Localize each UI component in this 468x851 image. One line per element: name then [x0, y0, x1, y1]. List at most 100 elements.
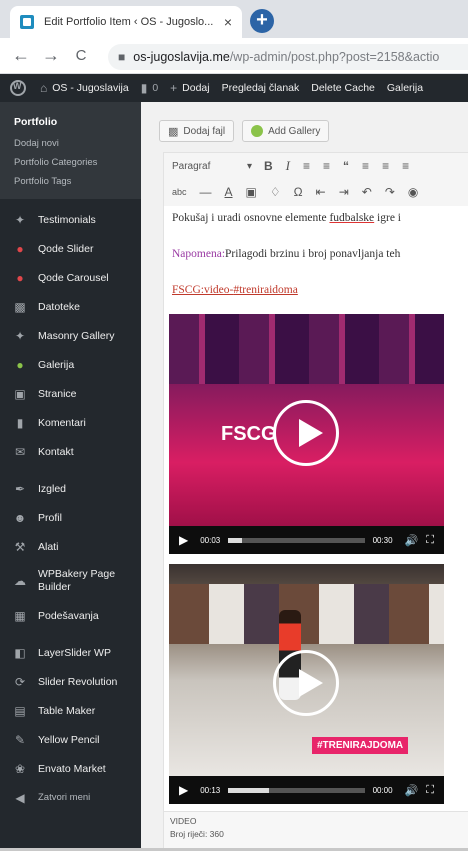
outdent-icon[interactable]: ⇤ [316, 185, 326, 199]
sidebar-item-gallery[interactable]: ● Galerija [0, 350, 141, 379]
qode-icon: ● [16, 270, 24, 285]
play-icon[interactable]: ▶ [179, 533, 188, 547]
video-frame: #TRENIRAJDOMA [169, 564, 444, 776]
pencil-icon: ✎ [14, 732, 26, 747]
align-right-icon[interactable]: ≡ [402, 159, 409, 173]
hashtag-link[interactable]: #treniraidoma [233, 284, 298, 296]
gym-background [169, 584, 444, 644]
format-select[interactable]: Paragraf ▾ [172, 161, 252, 172]
video-play-icon[interactable] [273, 650, 339, 716]
numbered-list-icon[interactable]: ≡ [323, 159, 330, 173]
play-icon[interactable]: ▶ [179, 783, 188, 797]
video-player-1[interactable]: FSCG ▶ 00:03 00:30 🔊 ⛶ [169, 314, 444, 554]
word-count: Broj riječi: 360 [170, 829, 224, 839]
help-icon[interactable]: ◉ [408, 185, 418, 199]
gallery-icon: ● [16, 357, 24, 372]
post-content-editor[interactable]: Pokušaj i uradi osnovne elemente fudbals… [163, 206, 468, 811]
editor-status-bar: VIDEO Broj riječi: 360 [163, 811, 468, 851]
media-icon: ▩ [14, 299, 26, 314]
sidebar-item-appearance[interactable]: ✒ Izgled [0, 474, 141, 503]
sidebar-item-envato-market[interactable]: ❀ Envato Market [0, 754, 141, 783]
fullscreen-icon[interactable]: ⛶ [426, 534, 434, 547]
sidebar-item-settings[interactable]: ▦ Podešavanja [0, 601, 141, 630]
tab-title: Edit Portfolio Item ‹ OS - Jugoslo... [44, 16, 214, 28]
blockquote-icon[interactable]: “ [343, 159, 349, 173]
sidebar-item-media[interactable]: ▩ Datoteke [0, 292, 141, 321]
browser-tab[interactable]: Edit Portfolio Item ‹ OS - Jugoslo... × [10, 6, 242, 38]
portfolio-submenu: Portfolio Dodaj novi Portfolio Categorie… [0, 102, 141, 199]
video-player-2[interactable]: #TRENIRAJDOMA ▶ 00:13 00:00 🔊 ⛶ [169, 564, 444, 804]
special-char-icon[interactable]: Ω [294, 185, 303, 199]
gallery-link[interactable]: Galerija [387, 82, 423, 94]
wp-admin-bar: ⌂OS - Jugoslavija ▮0 +Dodaj Pregledaj čl… [0, 74, 468, 102]
new-tab-button[interactable]: + [250, 9, 274, 33]
delete-cache-link[interactable]: Delete Cache [311, 82, 375, 94]
undo-icon[interactable]: ↶ [362, 185, 372, 199]
horizontal-line-icon[interactable]: — [200, 185, 212, 199]
sidebar-item-pages[interactable]: ▣ Stranice [0, 379, 141, 408]
sidebar-item-comments[interactable]: ▮ Komentari [0, 408, 141, 437]
seek-bar[interactable] [228, 537, 365, 543]
video-controls: ▶ 00:03 00:30 🔊 ⛶ [169, 526, 444, 554]
duration: 00:30 [372, 535, 393, 545]
sidebar-item-slider-revolution[interactable]: ⟳ Slider Revolution [0, 667, 141, 696]
sidebar-item-testimonials[interactable]: ✦ Testimonials [0, 205, 141, 234]
site-name-link[interactable]: ⌂ OS - Jugoslavija [40, 81, 129, 95]
submenu-head-portfolio[interactable]: Portfolio [0, 112, 141, 134]
add-gallery-button[interactable]: Add Gallery [242, 120, 330, 142]
video-controls: ▶ 00:13 00:00 🔊 ⛶ [169, 776, 444, 804]
user-icon: ☻ [13, 510, 27, 525]
url-field[interactable]: ■ os-jugoslavija.me/wp-admin/post.php?po… [108, 44, 468, 70]
sidebar-item-contact[interactable]: ✉ Kontakt [0, 437, 141, 466]
fullscreen-icon[interactable]: ⛶ [426, 784, 434, 797]
admin-sidebar: Portfolio Dodaj novi Portfolio Categorie… [0, 102, 141, 851]
strikethrough-icon[interactable]: abc [172, 187, 187, 197]
volume-icon[interactable]: 🔊 [405, 534, 419, 547]
forward-icon[interactable]: → [36, 45, 66, 66]
clear-format-icon[interactable]: ♢ [270, 185, 281, 199]
bold-icon[interactable]: B [264, 159, 273, 173]
paste-text-icon[interactable]: ▣ [246, 185, 257, 199]
align-center-icon[interactable]: ≡ [382, 159, 389, 173]
sidebar-item-layerslider[interactable]: ◧ LayerSlider WP [0, 638, 141, 667]
sidebar-item-qode-slider[interactable]: ● Qode Slider [0, 234, 141, 263]
redo-icon[interactable]: ↷ [385, 185, 395, 199]
sidebar-item-tools[interactable]: ⚒ Alati [0, 532, 141, 561]
text-color-icon[interactable]: A [225, 185, 233, 199]
video-play-icon[interactable] [273, 400, 339, 466]
sidebar-item-qode-carousel[interactable]: ● Qode Carousel [0, 263, 141, 292]
tab-close-icon[interactable]: × [224, 14, 232, 30]
add-new-link[interactable]: + Dodaj [170, 81, 209, 95]
sidebar-item-wpbakery[interactable]: ☁ WPBakery Page Builder [0, 561, 141, 601]
comments-icon: ▮ [16, 415, 24, 430]
align-left-icon[interactable]: ≡ [362, 159, 369, 173]
settings-icon: ▦ [14, 608, 26, 623]
mail-icon: ✉ [14, 444, 26, 459]
add-media-button[interactable]: ▩ Dodaj fajl [159, 120, 235, 142]
volume-icon[interactable]: 🔊 [405, 784, 419, 797]
indent-icon[interactable]: ⇥ [339, 185, 349, 199]
leaf-icon: ❀ [14, 761, 26, 776]
editor-area: ▩ Dodaj fajl Add Gallery Paragraf ▾ B I ≡ … [141, 102, 468, 851]
submenu-item-categories[interactable]: Portfolio Categories [0, 153, 141, 172]
view-post-link[interactable]: Pregledaj članak [222, 82, 300, 94]
submenu-item-add-new[interactable]: Dodaj novi [0, 134, 141, 153]
sidebar-item-table-maker[interactable]: ▤ Table Maker [0, 696, 141, 725]
reload-icon[interactable]: C [66, 47, 96, 64]
sidebar-item-masonry-gallery[interactable]: ✦ Masonry Gallery [0, 321, 141, 350]
comments-link[interactable]: ▮ 0 [141, 81, 158, 95]
video-link[interactable]: FSCG:video- [172, 284, 233, 296]
wrench-icon: ⚒ [14, 539, 26, 554]
qode-icon: ● [16, 241, 24, 256]
sidebar-item-yellow-pencil[interactable]: ✎ Yellow Pencil [0, 725, 141, 754]
sidebar-collapse-menu[interactable]: ◀ Zatvori meni [0, 783, 141, 812]
sidebar-item-profile[interactable]: ☻ Profil [0, 503, 141, 532]
bullet-list-icon[interactable]: ≡ [303, 159, 310, 173]
wordpress-logo-icon[interactable] [10, 80, 26, 96]
seek-bar[interactable] [228, 787, 365, 793]
cloud-icon: ☁ [14, 573, 26, 588]
paragraph-intro: Pokušaj i uradi osnovne elemente fudbals… [172, 212, 401, 224]
submenu-item-tags[interactable]: Portfolio Tags [0, 172, 141, 191]
back-icon[interactable]: ← [6, 45, 36, 66]
italic-icon[interactable]: I [286, 158, 290, 174]
